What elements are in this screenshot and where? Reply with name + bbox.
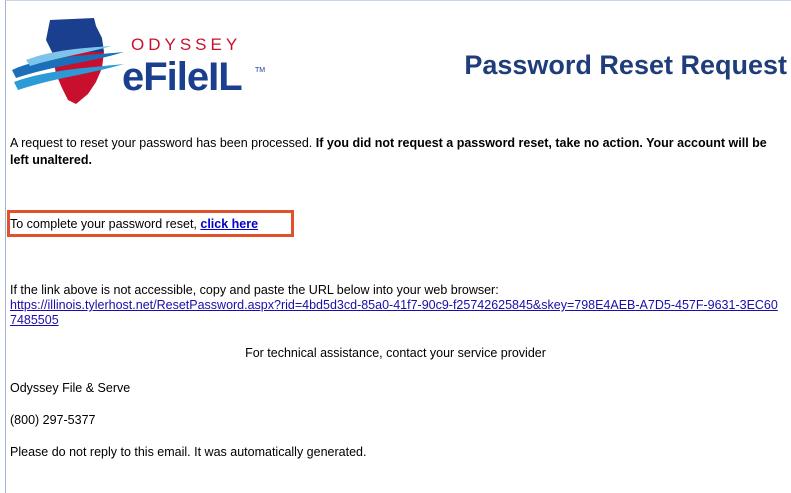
no-reply-notice: Please do not reply to this email. It wa… bbox=[10, 445, 367, 459]
complete-text: To complete your password reset, bbox=[10, 217, 201, 231]
logo-odyssey-text: ODYSSEY bbox=[131, 35, 242, 54]
tech-assistance-text: For technical assistance, contact your s… bbox=[245, 346, 546, 360]
intro-paragraph: A request to reset your password has bee… bbox=[10, 135, 770, 169]
page-title: Password Reset Request bbox=[464, 50, 787, 80]
logo-trademark: TM bbox=[255, 67, 266, 74]
illinois-map-icon bbox=[12, 18, 124, 104]
phone-number: (800) 297-5377 bbox=[10, 413, 96, 427]
click-here-link[interactable]: click here bbox=[200, 217, 258, 231]
access-instructions: If the link above is not accessible, cop… bbox=[10, 283, 499, 297]
intro-text: A request to reset your password has bee… bbox=[10, 136, 316, 150]
company-name: Odyssey File & Serve bbox=[10, 381, 131, 395]
logo-efileil-text: eFileIL bbox=[122, 55, 243, 99]
reset-url-link[interactable]: https://illinois.tylerhost.net/ResetPass… bbox=[10, 298, 780, 328]
complete-reset-line: To complete your password reset, click h… bbox=[10, 216, 258, 233]
efileil-logo: ODYSSEY eFileIL TM bbox=[12, 12, 272, 112]
